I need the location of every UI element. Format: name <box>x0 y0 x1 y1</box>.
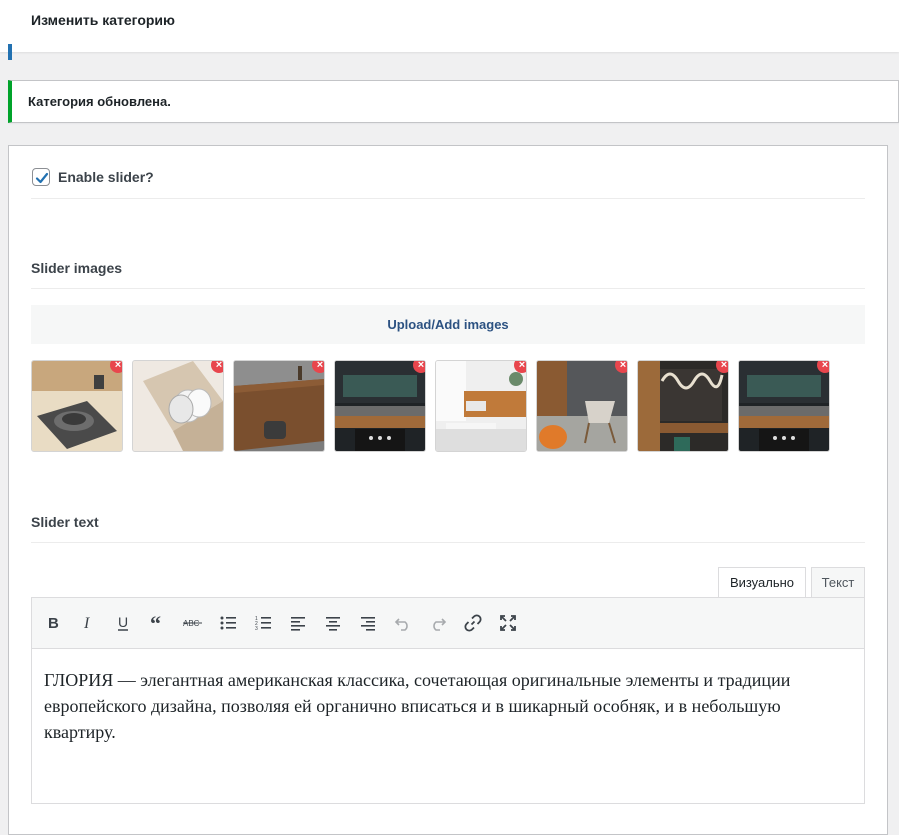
undo-icon[interactable] <box>390 610 416 636</box>
slider-text-title: Slider text <box>31 514 99 530</box>
slider-settings-panel: Enable slider? Slider images Upload/Add … <box>8 145 888 835</box>
tab-text[interactable]: Текст <box>811 567 865 598</box>
link-icon[interactable] <box>460 610 486 636</box>
notice-message: Категория обновлена. <box>28 94 171 109</box>
italic-icon[interactable]: I <box>75 610 101 636</box>
divider <box>31 198 865 199</box>
editor-content[interactable]: ГЛОРИЯ — элегантная американская классик… <box>31 649 865 804</box>
armchair-room-image <box>537 361 627 451</box>
align-center-icon[interactable] <box>320 610 346 636</box>
wood-sideboard-image <box>234 361 324 451</box>
header-accent-bar <box>8 44 12 60</box>
success-notice: Категория обновлена. <box>8 80 899 123</box>
remove-image-button[interactable]: × <box>413 361 425 373</box>
slider-image-thumb[interactable]: × <box>233 360 325 452</box>
enable-slider-checkbox[interactable] <box>32 168 50 186</box>
divider <box>31 542 865 543</box>
svg-text:B: B <box>48 615 59 631</box>
remove-image-button[interactable]: × <box>817 361 829 373</box>
bullet-list-icon[interactable] <box>215 610 241 636</box>
blockquote-icon[interactable]: “ <box>145 610 171 636</box>
page-title: Изменить категорию <box>31 12 175 28</box>
svg-text:I: I <box>83 615 90 631</box>
slider-images-title: Slider images <box>31 260 123 276</box>
slider-image-thumb[interactable]: × <box>435 360 527 452</box>
slider-image-list: × × × × × × × × <box>31 360 865 452</box>
checkmark-icon <box>35 172 49 184</box>
align-left-icon[interactable] <box>285 610 311 636</box>
remove-image-button[interactable]: × <box>110 361 122 373</box>
dark-kitchen-image <box>335 361 425 451</box>
underline-icon[interactable]: U <box>110 610 136 636</box>
wall-panel-interior-image <box>638 361 728 451</box>
slider-image-thumb[interactable]: × <box>334 360 426 452</box>
divider <box>31 288 865 289</box>
svg-text:3: 3 <box>255 626 258 631</box>
remove-image-button[interactable]: × <box>716 361 728 373</box>
page-header: Изменить категорию <box>0 0 899 60</box>
living-room-sofa-image <box>436 361 526 451</box>
fullscreen-icon[interactable] <box>495 610 521 636</box>
remove-image-button[interactable]: × <box>312 361 324 373</box>
tab-visual[interactable]: Визуально <box>718 567 806 598</box>
remove-image-button[interactable]: × <box>211 361 223 373</box>
enable-slider-label[interactable]: Enable slider? <box>58 169 154 185</box>
align-right-icon[interactable] <box>355 610 381 636</box>
numbered-list-icon[interactable]: 123 <box>250 610 276 636</box>
slider-image-thumb[interactable]: × <box>31 360 123 452</box>
dinnerware-plate-image <box>32 361 122 451</box>
svg-text:U: U <box>118 615 128 630</box>
editor-toolbar: B I U “ ABC 123 <box>31 597 865 649</box>
upload-images-button[interactable]: Upload/Add images <box>31 305 865 344</box>
redo-icon[interactable] <box>425 610 451 636</box>
slider-image-thumb[interactable]: × <box>536 360 628 452</box>
slider-image-thumb[interactable]: × <box>738 360 830 452</box>
slider-image-thumb[interactable]: × <box>132 360 224 452</box>
dark-kitchen-image-2 <box>739 361 829 451</box>
drawer-plates-image <box>133 361 223 451</box>
strikethrough-icon[interactable]: ABC <box>180 610 206 636</box>
svg-text:“: “ <box>150 615 161 631</box>
slider-image-thumb[interactable]: × <box>637 360 729 452</box>
remove-image-button[interactable]: × <box>514 361 526 373</box>
bold-icon[interactable]: B <box>40 610 66 636</box>
remove-image-button[interactable]: × <box>615 361 627 373</box>
